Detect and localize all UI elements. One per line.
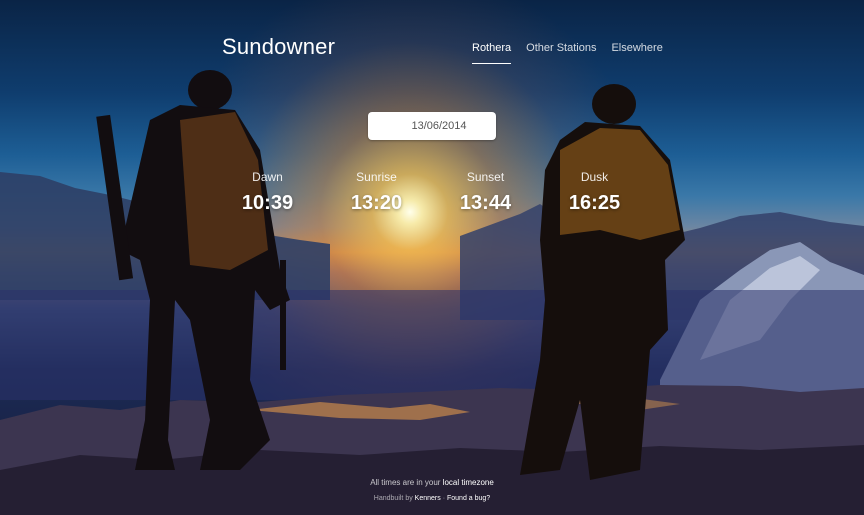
bug-report-link[interactable]: Found a bug?	[447, 495, 490, 502]
author-link[interactable]: Kenners	[415, 495, 441, 502]
nav-other-stations[interactable]: Other Stations	[526, 42, 596, 64]
date-input[interactable]	[368, 112, 496, 140]
timezone-prefix: All times are in your	[370, 478, 441, 487]
credits-separator: ·	[442, 495, 446, 502]
time-label: Sunset	[466, 170, 505, 184]
main-nav: Rothera Other Stations Elsewhere	[472, 42, 678, 64]
credits: Handbuilt by Kenners · Found a bug?	[0, 491, 864, 507]
time-sunset: Sunset 13:44	[431, 170, 540, 215]
nav-elsewhere[interactable]: Elsewhere	[611, 42, 662, 64]
credits-prefix: Handbuilt by	[373, 495, 413, 502]
time-label: Sunrise	[356, 170, 397, 184]
time-value: 10:39	[241, 192, 294, 214]
date-picker	[368, 112, 496, 140]
time-dusk: Dusk 16:25	[540, 170, 649, 215]
timezone-note: All times are in your local timezone	[0, 475, 864, 491]
time-sunrise: Sunrise 13:20	[322, 170, 431, 215]
sun-times: Dawn 10:39 Sunrise 13:20 Sunset 13:44 Du…	[213, 170, 649, 215]
time-value: 13:44	[459, 192, 512, 214]
time-label: Dawn	[252, 170, 283, 184]
local-timezone-link[interactable]: local timezone	[443, 478, 494, 487]
brand-title[interactable]: Sundowner	[222, 34, 335, 60]
time-value: 16:25	[568, 192, 621, 214]
time-dawn: Dawn 10:39	[213, 170, 322, 215]
mountain-silhouettes	[0, 70, 864, 515]
time-value: 13:20	[350, 192, 403, 214]
footer: All times are in your local timezone Han…	[0, 475, 864, 507]
nav-rothera[interactable]: Rothera	[472, 42, 512, 64]
time-label: Dusk	[580, 170, 609, 184]
